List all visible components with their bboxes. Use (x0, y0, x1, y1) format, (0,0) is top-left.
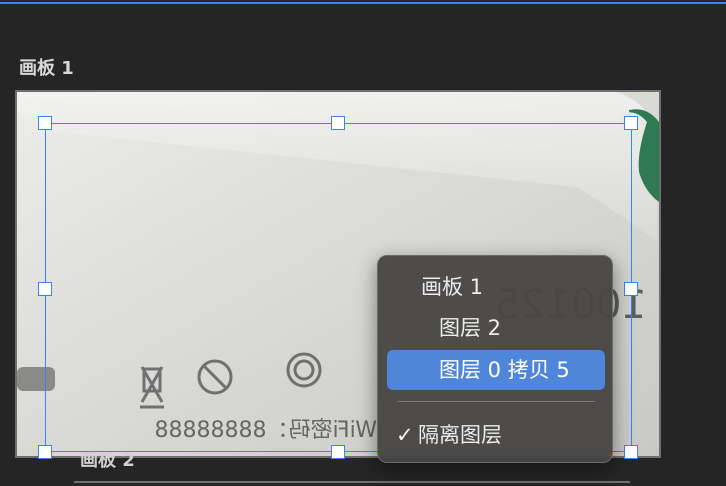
menu-item-label: 隔离图层 (418, 423, 502, 447)
top-accent-line (0, 2, 726, 4)
resize-handle-bottom-left[interactable] (38, 445, 52, 459)
menu-item-layer-0-copy-5[interactable]: 图层 0 拷贝 5 (387, 350, 605, 390)
menu-item-label: 画板 1 (421, 275, 484, 299)
resize-handle-top-center[interactable] (331, 116, 345, 130)
menu-item-layer-2[interactable]: 图层 2 (387, 308, 605, 348)
resize-handle-bottom-center[interactable] (331, 445, 345, 459)
menu-item-artboard-1[interactable]: 画板 1 (387, 267, 605, 307)
checkmark-icon: ✓ (396, 423, 414, 447)
resize-handle-middle-right[interactable] (624, 282, 638, 296)
resize-handle-bottom-right[interactable] (624, 445, 638, 459)
design-canvas[interactable]: 画板 1 适用型号：100125 (0, 0, 726, 486)
resize-handle-top-right[interactable] (624, 116, 638, 130)
artboard-2[interactable] (74, 481, 630, 486)
menu-item-isolate-layer[interactable]: ✓ 隔离图层 (387, 415, 605, 455)
layer-context-menu: 画板 1 图层 2 图层 0 拷贝 5 ✓ 隔离图层 (377, 255, 613, 463)
resize-handle-middle-left[interactable] (38, 282, 52, 296)
menu-item-label: 图层 0 拷贝 5 (439, 358, 570, 382)
artboard-1-label[interactable]: 画板 1 (19, 54, 74, 80)
menu-item-label: 图层 2 (439, 316, 502, 340)
resize-handle-top-left[interactable] (38, 116, 52, 130)
menu-separator (398, 401, 595, 402)
